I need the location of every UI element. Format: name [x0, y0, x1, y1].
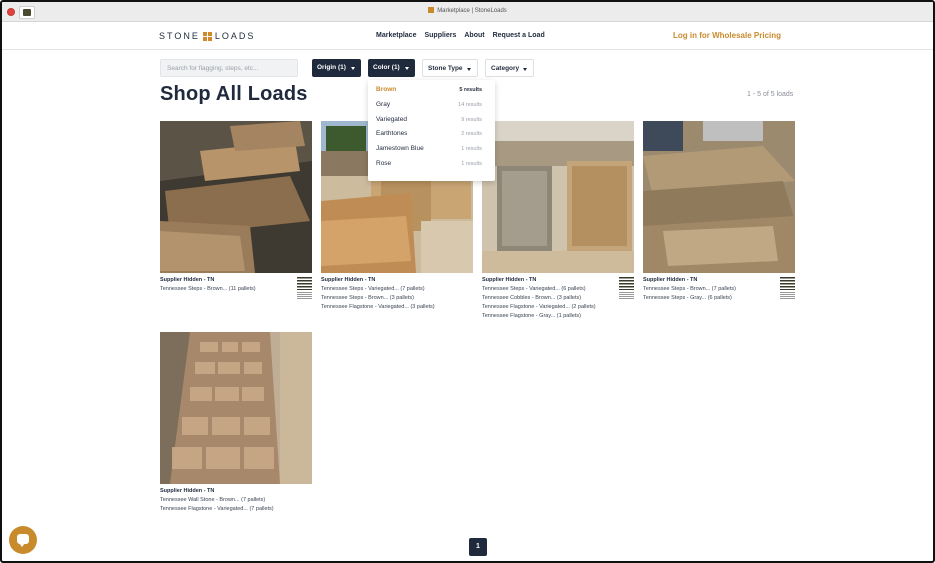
window-title-text: Marketplace | StoneLoads: [437, 8, 507, 14]
color-option-label: Jamestown Blue: [376, 145, 424, 152]
color-option-variegated[interactable]: Variegated 9 results: [368, 113, 495, 127]
browser-toolbar: Marketplace | StoneLoads: [2, 2, 933, 22]
load-line-item: Tennessee Steps - Variegated... (6 palle…: [482, 286, 586, 292]
color-filter-button[interactable]: Color (1): [368, 59, 415, 77]
color-option-count: 5 results: [459, 87, 482, 93]
supplier-name: Supplier Hidden - TN: [160, 488, 215, 494]
color-option-rose[interactable]: Rose 1 results: [368, 157, 495, 171]
color-option-label: Variegated: [376, 116, 407, 123]
color-dropdown-menu: Brown 5 results Gray 14 results Variegat…: [368, 80, 495, 181]
color-option-brown[interactable]: Brown 5 results: [368, 83, 495, 97]
caret-down-icon: [467, 68, 471, 71]
nav-request-a-load[interactable]: Request a Load: [493, 32, 545, 39]
load-line-item: Tennessee Steps - Brown... (7 pallets): [643, 286, 736, 292]
supplier-name: Supplier Hidden - TN: [321, 277, 376, 283]
supplier-logo-icon: [780, 277, 795, 301]
caret-down-icon: [351, 67, 355, 70]
results-count: 1 - 5 of 5 loads: [747, 91, 794, 98]
color-option-label: Gray: [376, 101, 391, 108]
color-option-count: 1 results: [461, 146, 482, 152]
load-line-item: Tennessee Cobbles - Brown... (3 pallets): [482, 295, 582, 301]
nav-suppliers[interactable]: Suppliers: [424, 32, 456, 39]
color-option-earthtones[interactable]: Earthtones 2 results: [368, 127, 495, 141]
category-filter-label: Category: [491, 65, 520, 72]
load-line-item: Tennessee Steps - Brown... (3 pallets): [321, 295, 414, 301]
load-photo[interactable]: [160, 121, 312, 273]
caret-down-icon: [405, 67, 409, 70]
load-line-item: Tennessee Flagstone - Variegated... (7 p…: [160, 506, 274, 512]
color-option-label: Rose: [376, 160, 392, 167]
page-title: Shop All Loads: [160, 83, 308, 105]
logo-mark-icon: [202, 31, 212, 41]
load-line-item: Tennessee Wall Stone - Brown... (7 palle…: [160, 497, 266, 503]
window-title: Marketplace | StoneLoads: [2, 7, 933, 14]
color-option-count: 9 results: [461, 117, 482, 123]
chat-button[interactable]: [9, 526, 37, 554]
load-line-item: Tennessee Steps - Brown... (11 pallets): [160, 286, 256, 292]
color-option-count: 14 results: [458, 102, 482, 108]
pagination-page-button[interactable]: 1: [469, 538, 487, 556]
color-filter-label: Color (1): [373, 64, 400, 71]
supplier-name: Supplier Hidden - TN: [482, 277, 537, 283]
load-line-item: Tennessee Steps - Gray... (6 pallets): [643, 295, 732, 301]
nav-marketplace[interactable]: Marketplace: [376, 32, 416, 39]
color-option-gray[interactable]: Gray 14 results: [368, 98, 495, 112]
load-line-item: Tennessee Steps - Variegated... (7 palle…: [321, 286, 425, 292]
color-option-count: 1 results: [461, 161, 482, 167]
login-link[interactable]: Log in for Wholesale Pricing: [673, 31, 781, 40]
load-line-item: Tennessee Flagstone - Variegated... (3 p…: [321, 304, 435, 310]
chat-bubble-tail: [19, 543, 25, 547]
site-header: STONE LOADS Marketplace Suppliers About …: [2, 22, 933, 50]
load-line-item: Tennessee Flagstone - Gray... (1 pallets…: [482, 313, 581, 319]
color-option-label: Brown: [376, 86, 397, 93]
search-input[interactable]: Search for flagging, steps, etc...: [160, 59, 298, 77]
site-favicon-icon: [428, 7, 435, 13]
caret-down-icon: [523, 68, 527, 71]
main-nav: Marketplace Suppliers About Request a Lo…: [376, 32, 545, 39]
load-line-item: Tennessee Flagstone - Variegated... (2 p…: [482, 304, 596, 310]
color-option-count: 2 results: [461, 131, 482, 137]
nav-about[interactable]: About: [464, 32, 484, 39]
supplier-name: Supplier Hidden - TN: [643, 277, 698, 283]
origin-filter-button[interactable]: Origin (1): [312, 59, 361, 77]
category-filter-button[interactable]: Category: [485, 59, 534, 77]
supplier-name: Supplier Hidden - TN: [160, 277, 215, 283]
stone-type-filter-label: Stone Type: [428, 65, 463, 72]
load-photo[interactable]: [160, 332, 312, 484]
browser-window: Marketplace | StoneLoads STONE LOADS Mar…: [0, 0, 935, 563]
logo-text-right: LOADS: [214, 31, 256, 41]
color-option-label: Earthtones: [376, 130, 408, 137]
logo-text-left: STONE: [159, 31, 200, 41]
load-photo[interactable]: [643, 121, 795, 273]
load-photo[interactable]: [482, 121, 634, 273]
supplier-logo-icon: [297, 277, 312, 301]
origin-filter-label: Origin (1): [317, 64, 346, 71]
color-option-jamestown-blue[interactable]: Jamestown Blue 1 results: [368, 142, 495, 156]
site-logo[interactable]: STONE LOADS: [159, 31, 255, 41]
stone-type-filter-button[interactable]: Stone Type: [422, 59, 478, 77]
supplier-logo-icon: [619, 277, 634, 301]
